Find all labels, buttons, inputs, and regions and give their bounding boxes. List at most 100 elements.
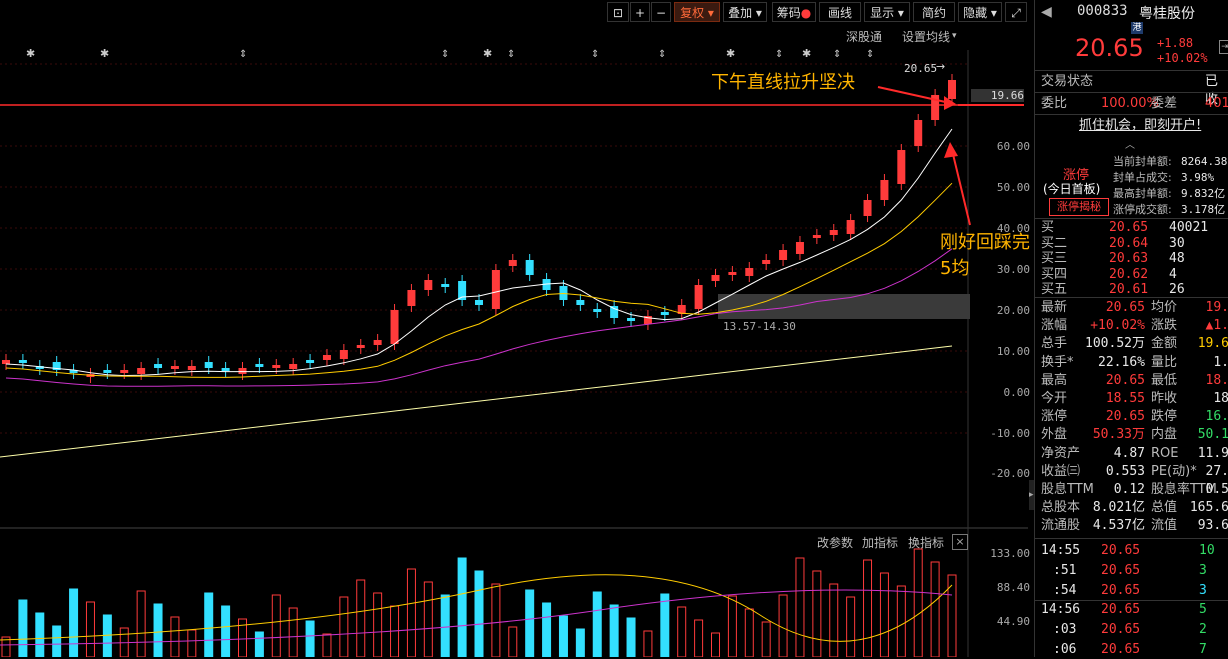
overlay-button[interactable]: 叠加 ▾ [723, 2, 767, 22]
candle-body [339, 350, 348, 359]
seal-value: 9.832亿 [1181, 187, 1226, 200]
seal-value: 3.178亿 [1181, 203, 1226, 216]
quote-value: 0.5 [1205, 482, 1228, 497]
limit-up-subtitle: (今日首板) [1043, 182, 1101, 196]
volume-bar [795, 557, 805, 657]
volume-bar [423, 581, 433, 657]
quote-label: 总股本 [1041, 500, 1081, 516]
volume-axis-label: 133.00 [990, 547, 1030, 560]
draw-line-button[interactable]: 画线 [819, 2, 861, 22]
add-indicator-link[interactable]: 加指标 [862, 534, 898, 551]
tick-volume: 3 [1199, 562, 1207, 578]
volume-bar [761, 621, 771, 657]
candle-body [829, 230, 838, 235]
back-arrow-icon[interactable]: ◀ [1041, 4, 1052, 20]
zoom-out-button[interactable]: − [651, 2, 671, 22]
volume-bar [288, 607, 298, 657]
quote-value: 100.52万 [1085, 336, 1145, 352]
quote-row: 今开 18.55 昨收 18 [1035, 390, 1228, 408]
event-marker-icon: ⇕ [658, 49, 666, 60]
ma-settings-link[interactable]: 设置均线 [902, 28, 950, 45]
fullscreen-icon[interactable]: ⤢ [1005, 2, 1027, 22]
quote-label: 换手* [1041, 354, 1074, 370]
candle-body [610, 306, 619, 318]
edit-params-link[interactable]: 改参数 [817, 534, 853, 551]
seal-label: 当前封单额: [1113, 155, 1172, 168]
price-axis-label: 50.00 [996, 181, 1030, 194]
candle-body [204, 362, 213, 368]
quote-label: 均价 [1151, 300, 1178, 315]
volume-bar [508, 626, 518, 657]
chips-button[interactable]: 筹码● [772, 2, 816, 22]
switch-indicator-link[interactable]: 换指标 [908, 534, 944, 551]
quote-label: 收益㈢ [1041, 463, 1081, 479]
volume-bar [525, 589, 535, 657]
limit-up-reveal-button[interactable]: 涨停揭秘 [1049, 198, 1109, 216]
chevron-down-icon[interactable]: ▾ [952, 31, 957, 41]
high-price-label: 20.65 [904, 62, 938, 75]
volume-bar [575, 628, 585, 657]
chevron-up-icon[interactable]: ︿ [1125, 136, 1135, 151]
support-zone [718, 294, 970, 319]
quote-label: 内盘 [1151, 427, 1178, 443]
simple-mode-button[interactable]: 简约 [913, 2, 955, 22]
quote-row: 最新 20.65 均价 19. [1035, 299, 1228, 317]
volume-bar [187, 629, 197, 657]
volume-bar [52, 625, 62, 657]
volume-bar [254, 631, 264, 657]
candle-body [137, 368, 146, 374]
tick-time: 14:55 [1041, 543, 1081, 558]
volume-bar [812, 570, 822, 657]
tick-time: :51 [1053, 562, 1077, 578]
kline-chart-area[interactable]: ✱ ✱ ✱ ✱ ✱ ⇕ ⇕ ⇕ ⇕ ⇕ ⇕ ⇕ ⇕ ⊡ + − 复权 ▾ 叠加 ▾ 筹码● 画线 显示 … [0, 0, 1030, 657]
hide-button[interactable]: 隐藏 ▾ [958, 2, 1002, 22]
open-account-link[interactable]: 抓住机会，即刻开户! [1079, 117, 1201, 135]
volume-bar [846, 596, 856, 657]
candle-body [660, 312, 669, 315]
volume-axis-label: 44.90 [996, 615, 1030, 628]
candle-body [694, 285, 703, 309]
right-arrow-icon: → [936, 60, 946, 73]
event-marker-icon: ⇕ [866, 49, 874, 60]
seal-label: 涨停成交额: [1113, 203, 1172, 216]
tick-time: :03 [1053, 622, 1077, 638]
quote-value: 50.33万 [1092, 427, 1145, 443]
quote-value: 20.65 [1105, 409, 1145, 425]
simple-mode-label: 简约 [921, 6, 946, 20]
event-marker-icon: ✱ [726, 47, 735, 60]
candle-body [846, 220, 855, 234]
candle-body [728, 272, 737, 275]
quote-label: 流值 [1151, 518, 1178, 534]
quote-label: 最新 [1041, 300, 1068, 315]
volume-bar [744, 608, 754, 657]
quote-value: 50.1 [1197, 427, 1228, 443]
quote-row: 收益㈢ 0.553 PE(动)* 27. [1035, 463, 1228, 481]
display-button[interactable]: 显示 ▾ [864, 2, 910, 22]
quote-value: 19.6 [1197, 336, 1228, 352]
price-axis-label: 60.00 [996, 140, 1030, 153]
quote-row: 总股本 8.021亿 总值 165.6 [1035, 499, 1228, 517]
restore-rights-button[interactable]: 复权 ▾ [674, 2, 720, 22]
stock-name: 粤桂股份 [1139, 6, 1195, 22]
volume-bar [406, 568, 416, 657]
volume-bar [69, 588, 79, 657]
quote-value: 19. [1205, 300, 1228, 315]
volume-bar [221, 605, 231, 657]
close-icon[interactable]: × [952, 534, 968, 550]
quote-value: 0.12 [1113, 482, 1145, 497]
tick-row: :06 20.65 7 [1035, 641, 1228, 659]
expand-icon[interactable]: ⇥ [1219, 40, 1228, 54]
divider [1035, 297, 1228, 298]
volume-bar [271, 594, 281, 657]
candle-body [221, 368, 230, 371]
volume-bar [305, 620, 315, 657]
quote-label: 外盘 [1041, 427, 1068, 443]
last-price: 20.65 [1075, 34, 1144, 62]
kline-svg[interactable]: ✱ ✱ ✱ ✱ ✱ ⇕ ⇕ ⇕ ⇕ ⇕ ⇕ ⇕ ⇕ [0, 0, 1030, 657]
lock-icon[interactable]: ⊡ [607, 2, 629, 22]
candle-body [745, 268, 754, 276]
price-axis-label: 0.00 [1003, 386, 1031, 399]
hk-connect-link[interactable]: 深股通 [846, 28, 882, 45]
zoom-in-button[interactable]: + [630, 2, 650, 22]
candle-body [897, 150, 906, 184]
